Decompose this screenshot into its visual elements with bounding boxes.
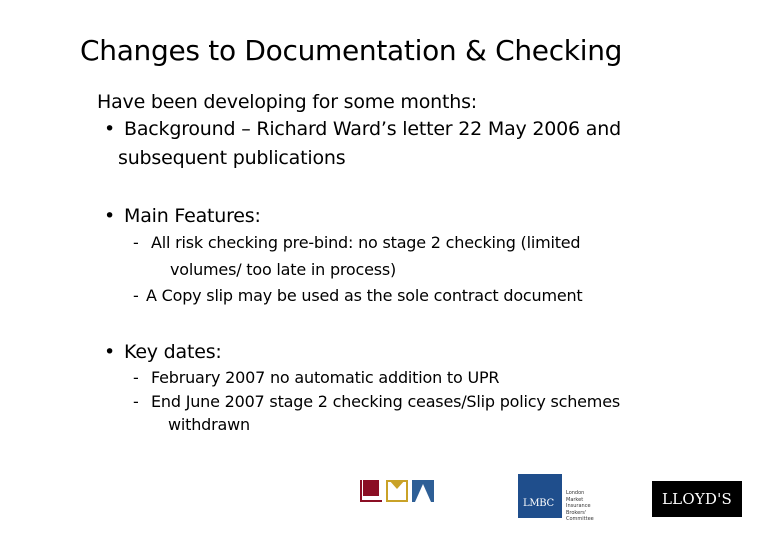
sub-item: - End June 2007 stage 2 checking ceases/S… (133, 390, 620, 414)
lma-logo (360, 480, 436, 502)
lma-logo-l-block (360, 480, 382, 502)
bullet-text: Background – Richard Ward’s letter 22 Ma… (124, 118, 621, 140)
sub-item: -A Copy slip may be used as the sole con… (133, 284, 583, 308)
sub-item-cont: volumes/ too late in process) (170, 260, 397, 279)
sub-item-text: All risk checking pre-bind: no stage 2 c… (151, 233, 581, 252)
bullet-background: • Background – Richard Ward’s letter 22 M… (104, 116, 621, 142)
bullet-background-cont: subsequent publications (118, 147, 346, 169)
dash-marker: - (133, 286, 139, 305)
sub-item-text: End June 2007 stage 2 checking ceases/Sl… (151, 392, 620, 411)
lma-logo-m-block (386, 480, 408, 502)
slide-title: Changes to Documentation & Checking (80, 34, 623, 67)
dash-marker: - (133, 233, 139, 252)
sub-item-cont: withdrawn (168, 415, 250, 434)
lloyds-logo-label: LLOYD'S (662, 490, 732, 508)
intro-text: Have been developing for some months: (97, 91, 477, 113)
bullet-text: Key dates: (124, 341, 222, 363)
lmbc-logo-label: LMBC (523, 498, 554, 509)
sub-item-text: A Copy slip may be used as the sole cont… (146, 286, 583, 305)
bullet-key-dates: • Key dates: (104, 339, 222, 365)
bullet-marker: • (104, 341, 116, 363)
bullet-text: Main Features: (124, 205, 261, 227)
dash-marker: - (133, 392, 139, 411)
bullet-main-features: • Main Features: (104, 203, 261, 229)
dash-marker: - (133, 368, 139, 387)
sub-item: - February 2007 no automatic addition to … (133, 366, 500, 390)
lmbc-logo-caption: London Market Insurance Brokers' Committ… (566, 490, 594, 522)
lma-logo-a-block (412, 480, 434, 502)
bullet-marker: • (104, 205, 116, 227)
sub-item: - All risk checking pre-bind: no stage 2 … (133, 231, 581, 255)
sub-item-text: February 2007 no automatic addition to U… (151, 368, 500, 387)
lloyds-logo: LLOYD'S (652, 481, 742, 517)
lmbc-logo: LMBC (518, 474, 562, 518)
bullet-marker: • (104, 118, 116, 140)
